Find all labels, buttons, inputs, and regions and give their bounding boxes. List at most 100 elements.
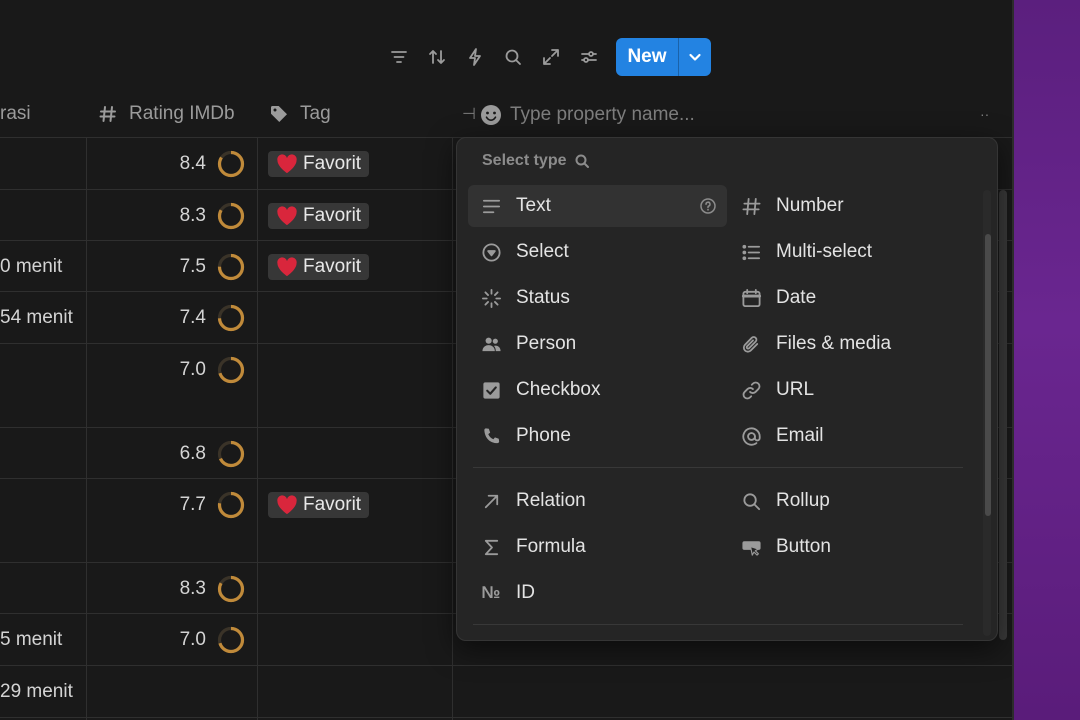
duration-cell: 5 menit <box>0 629 63 650</box>
search-icon[interactable] <box>574 153 590 169</box>
rating-cell: 8.3 <box>179 578 206 599</box>
type-option-label: Button <box>776 536 831 557</box>
status-loader-icon <box>480 287 502 309</box>
tag-icon <box>271 106 287 122</box>
column-header-label: Tag <box>300 103 331 124</box>
calendar-icon <box>740 287 762 309</box>
sigma-icon <box>480 536 502 558</box>
type-option-multi-select[interactable]: Multi-select <box>728 231 978 273</box>
tag-chip[interactable]: Favorit <box>268 151 370 177</box>
rating-cell: 6.8 <box>179 443 206 464</box>
property-name-input[interactable] <box>510 104 770 126</box>
tag-chip[interactable]: Favorit <box>268 254 370 280</box>
emoji-face-icon[interactable] <box>480 104 502 126</box>
phone-icon <box>480 425 502 447</box>
rating-cell: 7.0 <box>179 629 206 650</box>
hash-icon <box>99 106 116 122</box>
column-header-label: rasi <box>0 103 31 124</box>
type-option-phone[interactable]: Phone <box>468 415 727 457</box>
help-icon[interactable] <box>699 197 717 215</box>
rating-ring-icon <box>217 202 245 230</box>
automation-icon[interactable] <box>462 44 488 70</box>
expand-icon[interactable] <box>538 44 564 70</box>
checkbox-icon <box>480 379 502 401</box>
tag-label: Favorit <box>303 153 362 174</box>
rating-cell: 7.4 <box>179 307 206 328</box>
rating-ring-icon <box>217 150 245 178</box>
duration-cell: 0 menit <box>0 256 63 277</box>
sort-icon[interactable] <box>424 44 450 70</box>
tag-label: Favorit <box>303 205 362 226</box>
type-option-select[interactable]: Select <box>468 231 727 273</box>
type-option-url[interactable]: URL <box>728 369 978 411</box>
people-icon <box>480 333 502 355</box>
numero-icon: № <box>481 583 501 602</box>
more-icon[interactable]: ·· <box>980 90 989 138</box>
type-option-label: Formula <box>516 536 586 557</box>
type-option-label: Relation <box>516 490 586 511</box>
menu-divider <box>473 624 963 625</box>
type-option-label: Number <box>776 195 844 216</box>
property-type-menu: Select type Text Select Status Person Ch… <box>456 137 998 641</box>
search-icon[interactable] <box>500 44 526 70</box>
cursor-button-icon <box>740 536 762 558</box>
type-option-label: Phone <box>516 425 571 446</box>
type-option-button[interactable]: Button <box>728 526 978 568</box>
hidden-column-handle: ⊣ <box>462 106 476 123</box>
type-option-date[interactable]: Date <box>728 277 978 319</box>
property-name-field <box>480 100 780 130</box>
rating-cell: 7.0 <box>179 359 206 380</box>
type-option-files-media[interactable]: Files & media <box>728 323 978 365</box>
rating-ring-icon <box>217 491 245 519</box>
settings-icon[interactable] <box>576 44 602 70</box>
type-option-number[interactable]: Number <box>728 185 978 227</box>
tag-chip[interactable]: Favorit <box>268 492 370 518</box>
column-header-rating[interactable]: Rating IMDb <box>98 90 235 138</box>
tag-label: Favorit <box>303 494 362 515</box>
type-option-relation[interactable]: Relation <box>468 480 727 522</box>
type-option-id[interactable]: № ID <box>468 572 727 614</box>
page-scrollbar[interactable] <box>999 190 1007 640</box>
type-option-checkbox[interactable]: Checkbox <box>468 369 727 411</box>
magnifier-icon <box>740 490 762 512</box>
database-app: New rasi Rating IMDb Tag ⊣ ·· Type prope… <box>0 0 1012 720</box>
menu-scrollbar-thumb[interactable] <box>985 234 991 516</box>
type-option-text[interactable]: Text <box>468 185 727 227</box>
type-option-label: Multi-select <box>776 241 873 262</box>
column-header-duration[interactable]: rasi <box>0 90 31 138</box>
heart-icon <box>277 257 297 277</box>
table-row[interactable]: 29 menit <box>0 666 1012 718</box>
at-icon <box>740 425 762 447</box>
rating-ring-icon <box>217 253 245 281</box>
type-option-label: Checkbox <box>516 379 601 400</box>
rating-ring-icon <box>217 440 245 468</box>
type-option-label: Email <box>776 425 824 446</box>
tag-chip[interactable]: Favorit <box>268 203 370 229</box>
heart-icon <box>277 154 297 174</box>
type-option-status[interactable]: Status <box>468 277 727 319</box>
type-option-formula[interactable]: Formula <box>468 526 727 568</box>
type-option-email[interactable]: Email <box>728 415 978 457</box>
select-circle-icon <box>480 241 502 263</box>
type-option-rollup[interactable]: Rollup <box>728 480 978 522</box>
duration-cell: 29 menit <box>0 681 73 702</box>
heart-icon <box>277 206 297 226</box>
rating-cell: 8.4 <box>179 153 206 174</box>
text-lines-icon <box>480 195 502 217</box>
heart-icon <box>277 495 297 515</box>
type-option-label: Date <box>776 287 817 308</box>
type-option-label: Status <box>516 287 570 308</box>
filter-icon[interactable] <box>386 44 412 70</box>
paperclip-icon <box>740 333 762 355</box>
new-dropdown-button[interactable] <box>679 38 711 76</box>
list-icon <box>740 241 762 263</box>
new-button[interactable]: New <box>616 38 678 76</box>
chevron-down-icon <box>689 53 701 61</box>
type-option-label: URL <box>776 379 815 400</box>
type-option-label: ID <box>516 582 535 603</box>
rating-ring-icon <box>217 626 245 654</box>
menu-divider <box>473 467 963 468</box>
column-header-tag[interactable]: Tag <box>269 90 331 138</box>
type-option-label: Rollup <box>776 490 830 511</box>
type-option-person[interactable]: Person <box>468 323 727 365</box>
